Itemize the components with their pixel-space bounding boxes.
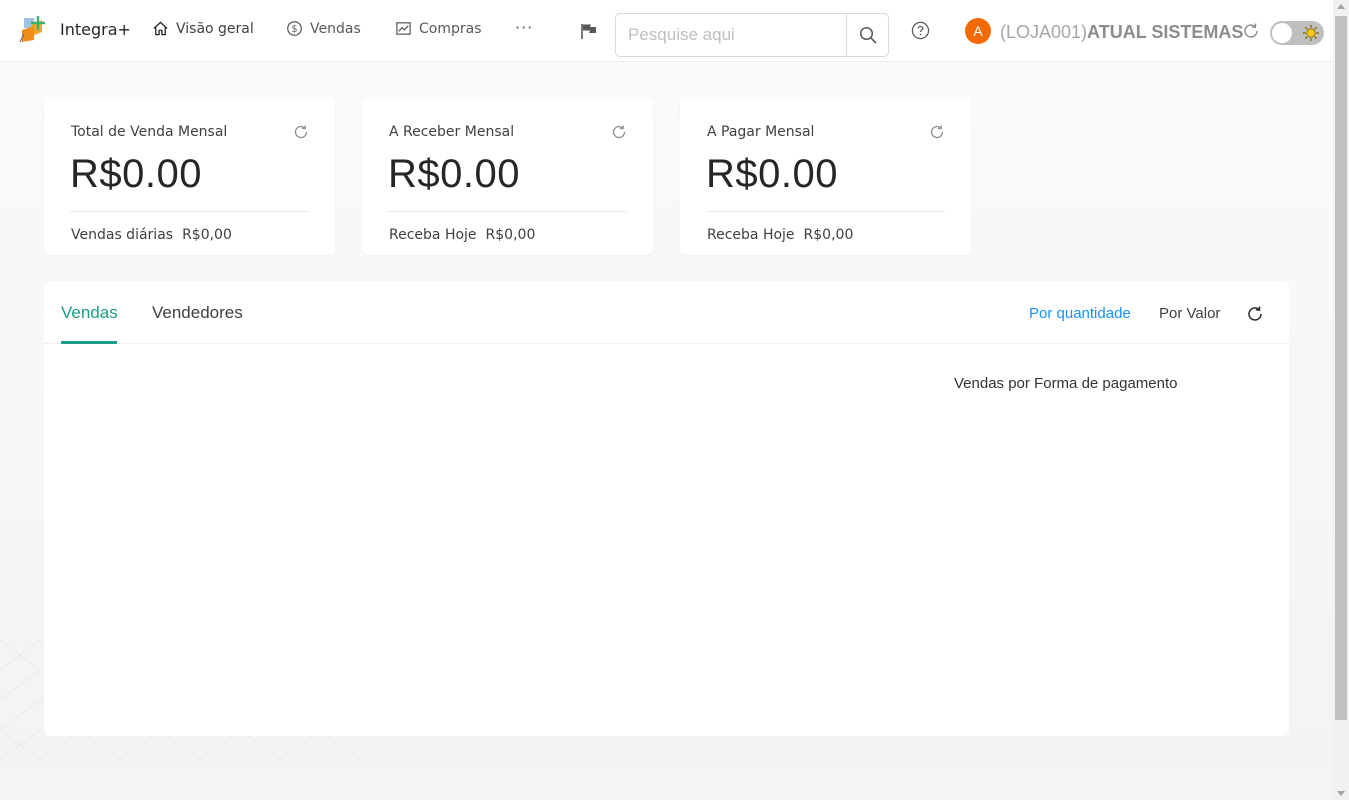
refresh-icon[interactable] [929,124,945,140]
nav-compras[interactable]: Compras [395,20,482,37]
card-footer-label: Vendas diárias [71,227,174,243]
svg-text:$: $ [291,24,297,35]
nav-visao-geral[interactable]: Visão geral [152,20,254,37]
user-store-label[interactable]: (LOJA001)ATUAL SISTEMAS [1000,22,1243,43]
card-footer-label: Receba Hoje [707,227,795,243]
card-total-venda-mensal: Total de Venda Mensal R$0.00 Vendas diár… [44,97,335,255]
mode-por-valor[interactable]: Por Valor [1159,305,1220,322]
brand-name[interactable]: Integra+ [60,20,131,39]
tab-vendedores[interactable]: Vendedores [152,303,243,323]
toggle-knob [1272,23,1292,43]
nav-label: Vendas [310,20,361,37]
home-icon [153,21,168,36]
sun-icon [1302,24,1320,42]
top-navigation-bar: Integra+ Visão geral $ Vendas Compras ··… [0,0,1333,62]
page-scrollbar[interactable] [1333,0,1349,800]
card-divider [388,211,627,212]
search-box [615,13,889,57]
refresh-icon[interactable] [293,124,309,140]
card-value: R$0.00 [706,152,838,196]
card-value: R$0.00 [388,152,520,196]
help-icon[interactable] [911,21,930,40]
scrollbar-thumb[interactable] [1335,16,1347,720]
sales-chart-panel: Vendas Vendedores Por quantidade Por Val… [44,281,1289,736]
panel-tabs-bar: Vendas Vendedores Por quantidade Por Val… [44,281,1289,344]
nav-vendas[interactable]: $ Vendas [286,20,361,37]
scroll-down-icon[interactable] [1337,791,1345,796]
card-a-pagar-mensal: A Pagar Mensal R$0.00 Receba Hoje R$0,00 [680,97,971,255]
search-button[interactable] [846,14,888,56]
nav-label: Visão geral [176,20,254,37]
card-title: Total de Venda Mensal [71,124,228,140]
integra-logo-icon[interactable] [18,14,50,46]
card-divider [706,211,945,212]
flag-icon[interactable] [580,22,598,40]
refresh-icon[interactable] [1246,305,1264,323]
tab-vendas[interactable]: Vendas [61,303,118,323]
chart-title: Vendas por Forma de pagamento [954,375,1178,392]
card-footer-value: R$0,00 [485,227,536,243]
nav-label: Compras [419,20,482,37]
mode-por-quantidade[interactable]: Por quantidade [1029,305,1131,322]
theme-toggle[interactable] [1270,21,1324,45]
card-footer-label: Receba Hoje [389,227,477,243]
card-divider [70,211,309,212]
refresh-icon[interactable] [611,124,627,140]
card-value: R$0.00 [70,152,202,196]
more-menu-icon[interactable]: ··· [515,18,533,37]
card-footer: Vendas diárias R$0,00 [71,227,232,243]
card-footer-value: R$0,00 [182,227,232,243]
avatar[interactable]: A [965,18,991,44]
card-title: A Pagar Mensal [707,124,815,140]
card-footer: Receba Hoje R$0,00 [389,227,535,243]
reload-icon[interactable] [1242,22,1260,40]
search-icon [859,26,876,44]
store-code: (LOJA001) [1000,22,1088,42]
card-footer: Receba Hoje R$0,00 [707,227,853,243]
line-chart-icon [396,22,411,35]
card-a-receber-mensal: A Receber Mensal R$0.00 Receba Hoje R$0,0… [362,97,653,255]
card-title: A Receber Mensal [389,124,515,140]
dollar-circle-icon: $ [287,21,302,36]
active-tab-indicator [61,341,117,344]
card-footer-value: R$0,00 [803,227,854,243]
company-name: ATUAL SISTEMAS [1087,22,1244,42]
scroll-up-icon[interactable] [1337,4,1345,9]
search-input[interactable] [616,14,846,56]
